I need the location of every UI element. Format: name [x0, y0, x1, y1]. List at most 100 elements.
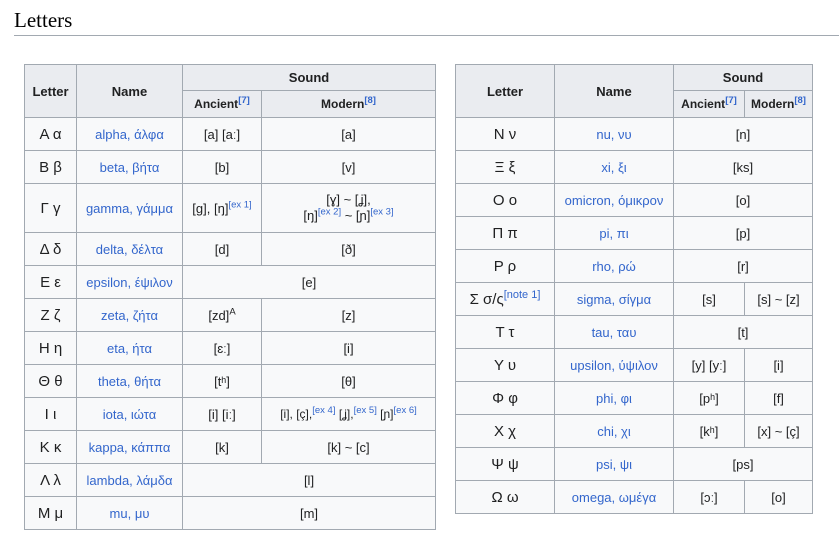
letter-name-link[interactable]: rho, ρώ [554, 249, 674, 283]
modern-sound: [f] [744, 381, 813, 415]
letter-cell: Π π [455, 216, 555, 250]
ancient-sound: [zd]A [182, 298, 262, 332]
letter-cell: Β β [24, 150, 77, 184]
letter-name-link[interactable]: omicron, όμικρον [554, 183, 674, 217]
letter-name-link[interactable]: mu, μυ [76, 496, 183, 530]
letter-name-link[interactable]: omega, ωμέγα [554, 480, 674, 514]
ancient-sound: [tʰ] [182, 364, 262, 398]
sound-cell: [l] [182, 463, 436, 497]
letter-name-link[interactable]: pi, πι [554, 216, 674, 250]
name-header: Name [554, 64, 674, 118]
letter-name-link[interactable]: phi, φι [554, 381, 674, 415]
letter-name-link[interactable]: nu, νυ [554, 117, 674, 151]
modern-sound: [i], [ç],[ex 4] [ʝ],[ex 5] [ɲ][ex 6] [261, 397, 436, 431]
ref-link[interactable]: [8] [364, 95, 376, 106]
ref-link[interactable]: [7] [725, 95, 737, 106]
table-row: Χ χ chi, χι [kʰ] [x] ~ [ç] [455, 414, 813, 448]
ref-link[interactable]: [ex 2] [318, 207, 341, 218]
ancient-sound: [s] [673, 282, 745, 316]
letter-name-link[interactable]: delta, δέλτα [76, 232, 183, 266]
modern-sound: [ð] [261, 232, 436, 266]
ancient-sound: [b] [182, 150, 262, 184]
table-row: Η η eta, ήτα [ɛː] [i] [24, 331, 436, 365]
letter-cell: Ξ ξ [455, 150, 555, 184]
letter-name-link[interactable]: chi, χι [554, 414, 674, 448]
modern-header: Modern[8] [744, 90, 813, 118]
letter-name-link[interactable]: upsilon, ύψιλον [554, 348, 674, 382]
table-row: Β β beta, βήτα [b] [v] [24, 150, 436, 184]
ref-link[interactable]: [ex 4] [312, 405, 335, 416]
table-row: Ι ι iota, ιώτα [i] [iː] [i], [ç],[ex 4] … [24, 397, 436, 431]
letter-name-link[interactable]: lambda, λάμδα [76, 463, 183, 497]
letter-name-link[interactable]: alpha, άλφα [76, 117, 183, 151]
ancient-sound: [a] [aː] [182, 117, 262, 151]
modern-sound: [z] [261, 298, 436, 332]
sound-cell: [t] [673, 315, 813, 349]
letter-name-link[interactable]: epsilon, έψιλον [76, 265, 183, 299]
ref-link[interactable]: [ex 6] [394, 405, 417, 416]
table-row: Ρ ρ rho, ρώ [r] [455, 249, 813, 283]
letter-cell: Ρ ρ [455, 249, 555, 283]
letter-cell: Υ υ [455, 348, 555, 382]
table-row: Ν ν nu, νυ [n] [455, 117, 813, 151]
table-row: Λ λ lambda, λάμδα [l] [24, 463, 436, 497]
letter-cell: Θ θ [24, 364, 77, 398]
ref-link[interactable]: [8] [794, 95, 806, 106]
letter-name-link[interactable]: theta, θήτα [76, 364, 183, 398]
section-heading: Letters [14, 6, 839, 36]
letter-name-link[interactable]: beta, βήτα [76, 150, 183, 184]
letter-cell: Σ σ/ς[note 1] [455, 282, 555, 316]
modern-sound: [o] [744, 480, 813, 514]
letter-name-link[interactable]: eta, ήτα [76, 331, 183, 365]
letter-name-link[interactable]: iota, ιώτα [76, 397, 183, 431]
table-row: Σ σ/ς[note 1] sigma, σίγμα [s] [s] ~ [z] [455, 282, 813, 316]
sound-cell: [ps] [673, 447, 813, 481]
ancient-sound: [d] [182, 232, 262, 266]
ref-link[interactable]: [ex 1] [228, 199, 251, 210]
ancient-sound: [ɛː] [182, 331, 262, 365]
modern-sound: [s] ~ [z] [744, 282, 813, 316]
sound-cell: [n] [673, 117, 813, 151]
table-row: Υ υ upsilon, ύψιλον [y] [yː] [i] [455, 348, 813, 382]
letter-name-link[interactable]: gamma, γάμμα [76, 183, 183, 233]
modern-sound: [θ] [261, 364, 436, 398]
ancient-sound: [g], [ŋ][ex 1] [182, 183, 262, 233]
table-row: Ω ω omega, ωμέγα [ɔː] [o] [455, 480, 813, 514]
sound-header: Sound [182, 64, 436, 91]
table-row: Γ γ gamma, γάμμα [g], [ŋ][ex 1] [ɣ] ~ [ʝ… [24, 183, 436, 233]
sound-cell: [m] [182, 496, 436, 530]
letters-table-left: Letter Name Sound Ancient[7] Modern[8] Α… [24, 64, 436, 530]
letters-table-right: Letter Name Sound Ancient[7] Modern[8] Ν… [455, 64, 813, 514]
letter-name-link[interactable]: tau, ταυ [554, 315, 674, 349]
modern-sound: [k] ~ [c] [261, 430, 436, 464]
letter-name-link[interactable]: xi, ξι [554, 150, 674, 184]
letter-header: Letter [455, 64, 555, 118]
letter-name-link[interactable]: sigma, σίγμα [554, 282, 674, 316]
letter-cell: Ω ω [455, 480, 555, 514]
letter-cell: Δ δ [24, 232, 77, 266]
table-row: Τ τ tau, ταυ [t] [455, 315, 813, 349]
ref-link[interactable]: [note 1] [504, 289, 541, 301]
letter-cell: Λ λ [24, 463, 77, 497]
letter-cell: Ζ ζ [24, 298, 77, 332]
sound-cell: [r] [673, 249, 813, 283]
ref-link[interactable]: [ex 3] [370, 207, 393, 218]
letter-cell: Χ χ [455, 414, 555, 448]
ref-link[interactable]: [7] [238, 95, 250, 106]
table-row: Ζ ζ zeta, ζήτα [zd]A [z] [24, 298, 436, 332]
letter-header: Letter [24, 64, 77, 118]
table-row: Ο ο omicron, όμικρον [o] [455, 183, 813, 217]
letter-name-link[interactable]: psi, ψι [554, 447, 674, 481]
letter-name-link[interactable]: kappa, κάππα [76, 430, 183, 464]
letter-cell: Η η [24, 331, 77, 365]
ref-link[interactable]: [ex 5] [354, 405, 377, 416]
sound-cell: [p] [673, 216, 813, 250]
sound-header: Sound [673, 64, 813, 91]
table-row: Φ φ phi, φι [pʰ] [f] [455, 381, 813, 415]
ancient-sound: [i] [iː] [182, 397, 262, 431]
ancient-sound: [y] [yː] [673, 348, 745, 382]
letter-name-link[interactable]: zeta, ζήτα [76, 298, 183, 332]
ancient-header: Ancient[7] [182, 90, 262, 118]
letter-cell: Γ γ [24, 183, 77, 233]
table-row: Μ μ mu, μυ [m] [24, 496, 436, 530]
